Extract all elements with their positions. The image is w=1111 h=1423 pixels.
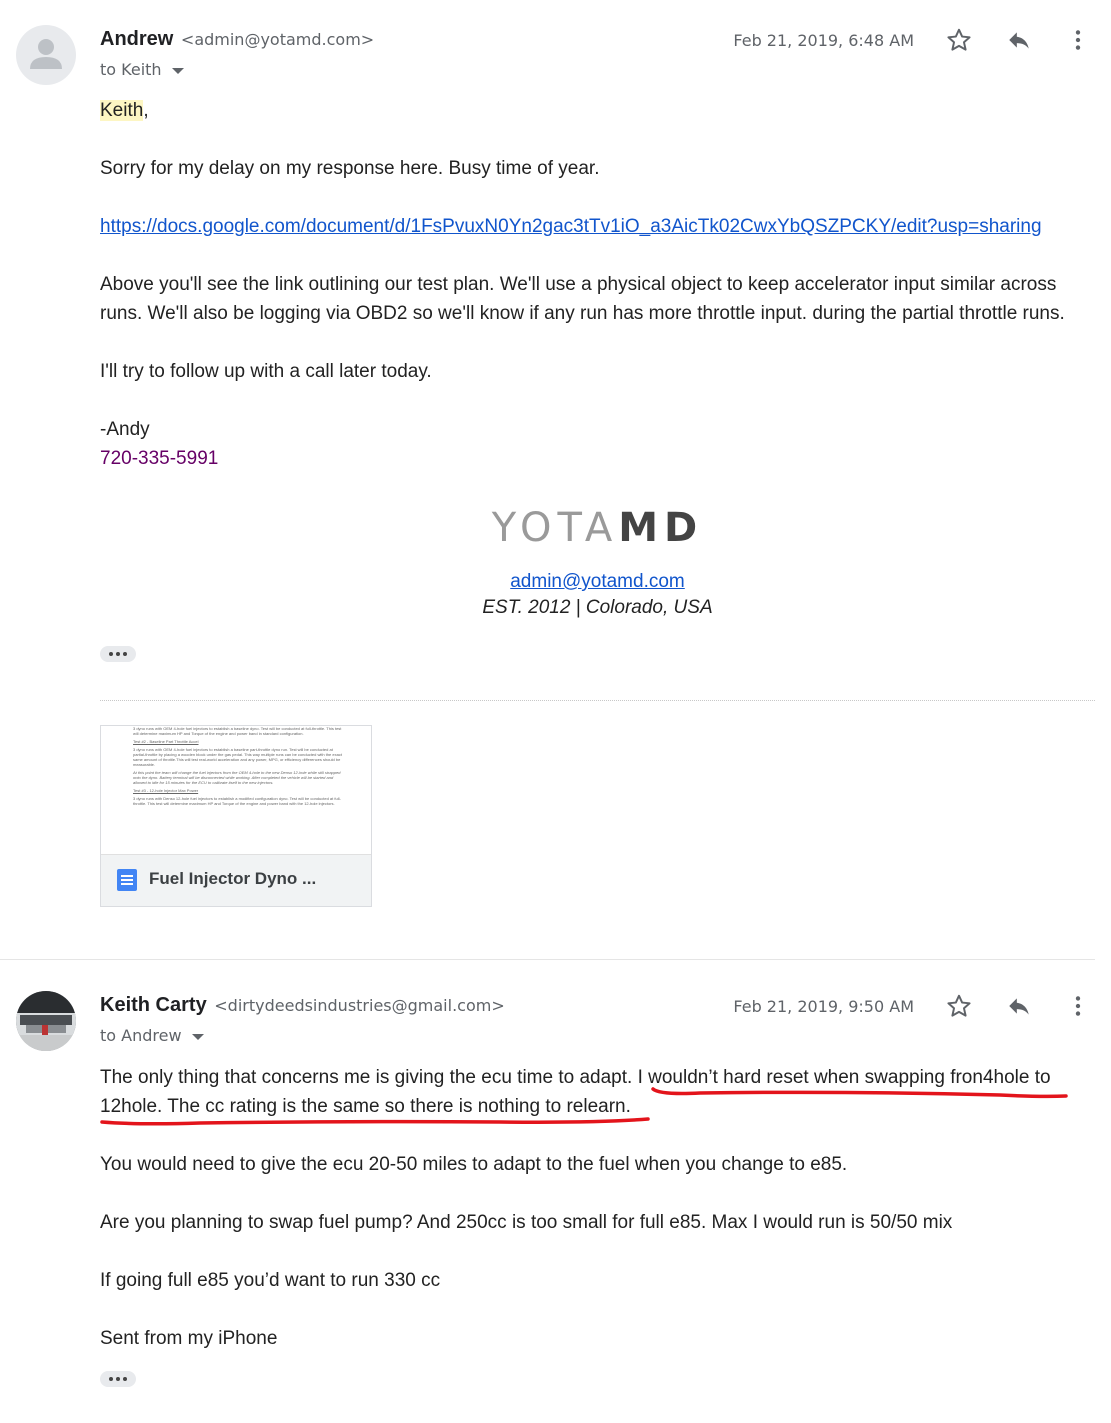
- reply-button[interactable]: [1004, 991, 1034, 1021]
- ellipsis-icon: [109, 652, 113, 656]
- greeting-name: Keith: [100, 100, 144, 121]
- message-divider: [0, 959, 1095, 960]
- signature-email-link[interactable]: admin@yotamd.com: [510, 571, 685, 592]
- doc-link[interactable]: https://docs.google.com/document/d/1FsPv…: [100, 216, 1042, 237]
- recipient-label: to Keith: [100, 60, 162, 79]
- red-underline-annotation: [100, 1087, 1068, 1126]
- reply-icon: [1009, 998, 1029, 1015]
- paragraph-line: runs. We'll also be logging via OBD2 so …: [100, 303, 1065, 324]
- paragraph: You would need to give the ecu 20-50 mil…: [100, 1154, 848, 1175]
- star-icon: [947, 28, 971, 51]
- message-date: Feb 21, 2019, 9:50 AM: [733, 997, 914, 1016]
- more-vert-icon: [1075, 30, 1081, 50]
- paragraph: I'll try to follow up with a call later …: [100, 361, 432, 382]
- paragraph: If going full e85 you’d want to run 330 …: [100, 1270, 441, 1291]
- recipient-line[interactable]: to Keith: [100, 60, 184, 79]
- more-options-button[interactable]: [1063, 991, 1093, 1021]
- greeting-punct: ,: [143, 100, 149, 121]
- reply-icon: [1009, 32, 1029, 49]
- paragraph: Sorry for my delay on my response here. …: [100, 158, 600, 179]
- logo-light: YOTA: [491, 505, 619, 551]
- message-date: Feb 21, 2019, 6:48 AM: [733, 31, 914, 50]
- star-icon: [947, 994, 971, 1017]
- attachment-card[interactable]: 3 dyno runs with OEM 4-hole fuel injecto…: [100, 725, 372, 907]
- signature: YOTAMD admin@yotamd.com EST. 2012 | Colo…: [100, 505, 1095, 619]
- avatar[interactable]: [16, 25, 76, 85]
- phone-number[interactable]: 720-335-5991: [100, 444, 1100, 473]
- company-logo: YOTAMD: [100, 505, 1095, 551]
- attachment-divider: [100, 700, 1095, 701]
- more-options-button[interactable]: [1063, 25, 1093, 55]
- sender-email: <dirtydeedsindustries@gmail.com>: [214, 996, 505, 1015]
- chevron-down-icon[interactable]: [171, 67, 184, 74]
- star-button[interactable]: [944, 25, 974, 55]
- ellipsis-icon: [109, 1377, 113, 1381]
- chevron-down-icon[interactable]: [191, 1033, 204, 1040]
- sender-name: Andrew: [100, 28, 174, 50]
- sender: Andrew <admin@yotamd.com>: [100, 28, 374, 51]
- attachment-footer: Fuel Injector Dyno ...: [101, 854, 371, 906]
- star-button[interactable]: [944, 991, 974, 1021]
- avatar-photo-icon: [16, 991, 76, 1051]
- more-vert-icon: [1075, 996, 1081, 1016]
- greeting: Keith,: [100, 96, 1100, 125]
- attachment-preview: 3 dyno runs with OEM 4-hole fuel injecto…: [133, 726, 342, 806]
- avatar[interactable]: [16, 991, 76, 1051]
- show-trimmed-content-button[interactable]: [100, 646, 136, 662]
- signature-est: EST. 2012 | Colorado, USA: [482, 597, 713, 618]
- avatar-icon: [30, 39, 62, 69]
- paragraph: Are you planning to swap fuel pump? And …: [100, 1212, 953, 1233]
- reply-button[interactable]: [1004, 25, 1034, 55]
- google-docs-icon: [117, 869, 137, 891]
- paragraph-line: Above you'll see the link outlining our …: [100, 274, 1057, 295]
- paragraph: Sent from my iPhone: [100, 1328, 278, 1349]
- message-body: Keith, Sorry for my delay on my response…: [100, 96, 1100, 473]
- recipient-label: to Andrew: [100, 1026, 182, 1045]
- sender-name: Keith Carty: [100, 994, 207, 1016]
- recipient-line[interactable]: to Andrew: [100, 1026, 204, 1045]
- show-trimmed-content-button[interactable]: [100, 1371, 136, 1387]
- sender-email: <admin@yotamd.com>: [180, 30, 375, 49]
- logo-bold: MD: [618, 505, 704, 551]
- sender: Keith Carty <dirtydeedsindustries@gmail.…: [100, 994, 505, 1017]
- attachment-name: Fuel Injector Dyno ...: [149, 869, 317, 888]
- signoff: -Andy: [100, 419, 150, 440]
